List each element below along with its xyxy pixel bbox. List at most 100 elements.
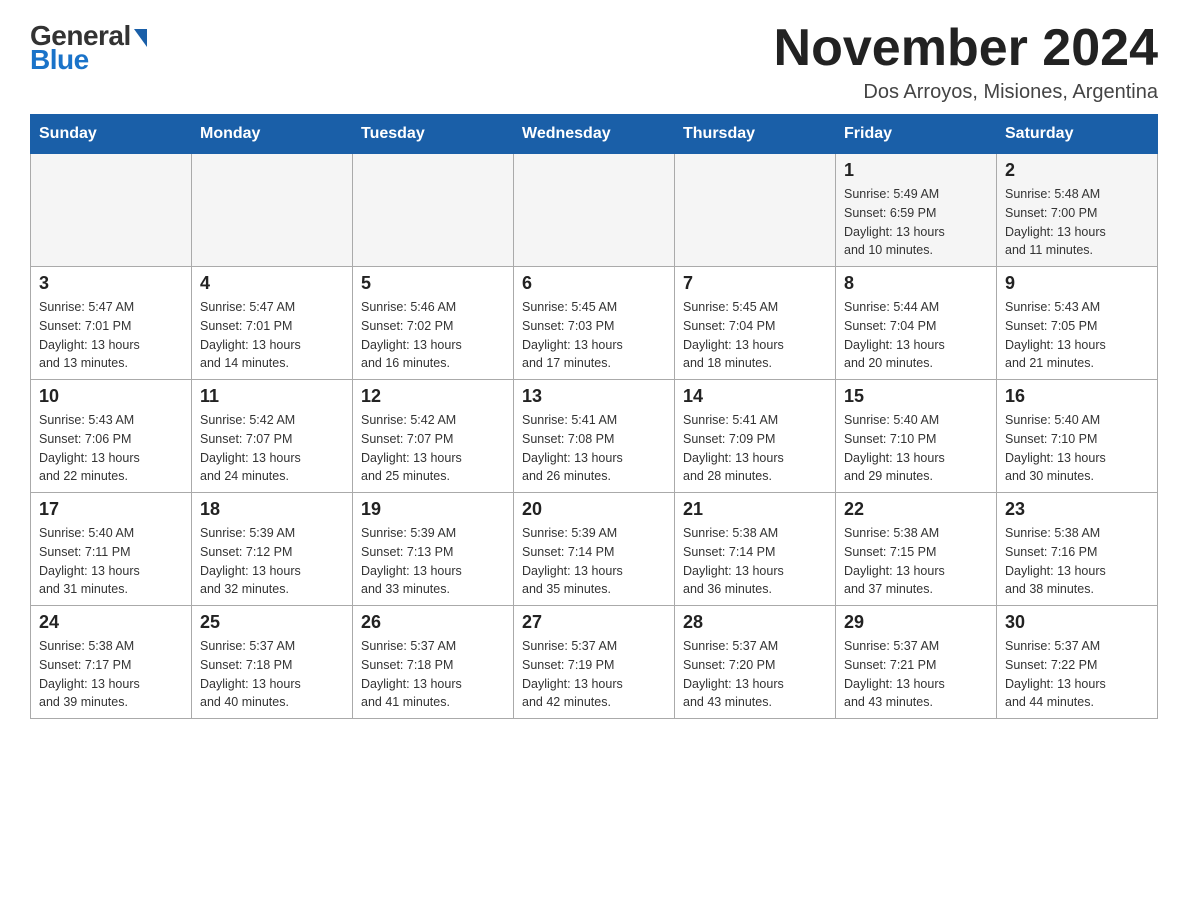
day-number: 2 bbox=[1005, 160, 1149, 181]
calendar-day-cell: 14 Sunrise: 5:41 AM Sunset: 7:09 PM Dayli… bbox=[675, 380, 836, 493]
calendar-day-cell: 4Sunrise: 5:47 AM Sunset: 7:01 PM Daylig… bbox=[192, 267, 353, 380]
day-of-week-header: Wednesday bbox=[514, 115, 675, 154]
day-number: 29 bbox=[844, 612, 988, 633]
day-number: 26 bbox=[361, 612, 505, 633]
day-info: Sunrise: 5:41 AM Sunset: 7:09 PM Dayligh… bbox=[683, 411, 827, 486]
calendar-week-row: 24 Sunrise: 5:38 AM Sunset: 7:17 PM Dayli… bbox=[31, 606, 1158, 719]
calendar-table: SundayMondayTuesdayWednesdayThursdayFrid… bbox=[30, 114, 1158, 719]
calendar-day-cell: 11 Sunrise: 5:42 AM Sunset: 7:07 PM Dayli… bbox=[192, 380, 353, 493]
day-number: 21 bbox=[683, 499, 827, 520]
day-info: Sunrise: 5:45 AM Sunset: 7:04 PM Dayligh… bbox=[683, 298, 827, 373]
day-info: Sunrise: 5:38 AM Sunset: 7:17 PM Dayligh… bbox=[39, 637, 183, 712]
calendar-day-cell bbox=[675, 154, 836, 267]
day-number: 3 bbox=[39, 273, 183, 294]
day-number: 22 bbox=[844, 499, 988, 520]
calendar-day-cell: 29 Sunrise: 5:37 AM Sunset: 7:21 PM Dayli… bbox=[836, 606, 997, 719]
day-number: 14 bbox=[683, 386, 827, 407]
calendar-day-cell: 8 Sunrise: 5:44 AM Sunset: 7:04 PM Daylig… bbox=[836, 267, 997, 380]
calendar-week-row: 3 Sunrise: 5:47 AM Sunset: 7:01 PM Daylig… bbox=[31, 267, 1158, 380]
day-info: Sunrise: 5:39 AM Sunset: 7:12 PM Dayligh… bbox=[200, 524, 344, 599]
day-info: Sunrise: 5:38 AM Sunset: 7:16 PM Dayligh… bbox=[1005, 524, 1149, 599]
logo: General Blue bbox=[30, 20, 147, 76]
calendar-day-cell: 23 Sunrise: 5:38 AM Sunset: 7:16 PM Dayli… bbox=[997, 493, 1158, 606]
calendar-day-cell: 22 Sunrise: 5:38 AM Sunset: 7:15 PM Dayli… bbox=[836, 493, 997, 606]
day-info: Sunrise: 5:45 AM Sunset: 7:03 PM Dayligh… bbox=[522, 298, 666, 373]
calendar-day-cell: 28 Sunrise: 5:37 AM Sunset: 7:20 PM Dayli… bbox=[675, 606, 836, 719]
day-number: 18 bbox=[200, 499, 344, 520]
day-number: 13 bbox=[522, 386, 666, 407]
day-info: Sunrise: 5:46 AM Sunset: 7:02 PM Dayligh… bbox=[361, 298, 505, 373]
calendar-day-cell: 13 Sunrise: 5:41 AM Sunset: 7:08 PM Dayli… bbox=[514, 380, 675, 493]
day-number: 8 bbox=[844, 273, 988, 294]
day-info: Sunrise: 5:44 AM Sunset: 7:04 PM Dayligh… bbox=[844, 298, 988, 373]
day-of-week-header: Saturday bbox=[997, 115, 1158, 154]
day-info: Sunrise: 5:37 AM Sunset: 7:20 PM Dayligh… bbox=[683, 637, 827, 712]
day-number: 10 bbox=[39, 386, 183, 407]
calendar-day-cell: 7 Sunrise: 5:45 AM Sunset: 7:04 PM Daylig… bbox=[675, 267, 836, 380]
day-info: Sunrise: 5:42 AM Sunset: 7:07 PM Dayligh… bbox=[361, 411, 505, 486]
day-number: 6 bbox=[522, 273, 666, 294]
day-info: Sunrise: 5:39 AM Sunset: 7:13 PM Dayligh… bbox=[361, 524, 505, 599]
calendar-day-cell: 2 Sunrise: 5:48 AM Sunset: 7:00 PM Daylig… bbox=[997, 154, 1158, 267]
day-number: 23 bbox=[1005, 499, 1149, 520]
location-subtitle: Dos Arroyos, Misiones, Argentina bbox=[774, 81, 1158, 104]
day-info: Sunrise: 5:43 AM Sunset: 7:06 PM Dayligh… bbox=[39, 411, 183, 486]
day-info: Sunrise: 5:40 AM Sunset: 7:11 PM Dayligh… bbox=[39, 524, 183, 599]
calendar-day-cell: 15Sunrise: 5:40 AM Sunset: 7:10 PM Dayli… bbox=[836, 380, 997, 493]
calendar-week-row: 1 Sunrise: 5:49 AM Sunset: 6:59 PM Daylig… bbox=[31, 154, 1158, 267]
day-info: Sunrise: 5:37 AM Sunset: 7:19 PM Dayligh… bbox=[522, 637, 666, 712]
logo-arrow-icon bbox=[134, 29, 147, 47]
calendar-day-cell: 26 Sunrise: 5:37 AM Sunset: 7:18 PM Dayli… bbox=[353, 606, 514, 719]
calendar-day-cell: 12 Sunrise: 5:42 AM Sunset: 7:07 PM Dayli… bbox=[353, 380, 514, 493]
day-info: Sunrise: 5:37 AM Sunset: 7:18 PM Dayligh… bbox=[200, 637, 344, 712]
calendar-day-cell bbox=[514, 154, 675, 267]
day-number: 7 bbox=[683, 273, 827, 294]
calendar-day-cell: 16 Sunrise: 5:40 AM Sunset: 7:10 PM Dayli… bbox=[997, 380, 1158, 493]
calendar-day-cell: 6 Sunrise: 5:45 AM Sunset: 7:03 PM Daylig… bbox=[514, 267, 675, 380]
calendar-day-cell bbox=[31, 154, 192, 267]
calendar-day-cell: 10 Sunrise: 5:43 AM Sunset: 7:06 PM Dayli… bbox=[31, 380, 192, 493]
calendar-day-cell: 17Sunrise: 5:40 AM Sunset: 7:11 PM Dayli… bbox=[31, 493, 192, 606]
day-number: 5 bbox=[361, 273, 505, 294]
calendar-day-cell: 3 Sunrise: 5:47 AM Sunset: 7:01 PM Daylig… bbox=[31, 267, 192, 380]
day-info: Sunrise: 5:37 AM Sunset: 7:21 PM Dayligh… bbox=[844, 637, 988, 712]
day-number: 12 bbox=[361, 386, 505, 407]
calendar-day-cell: 9Sunrise: 5:43 AM Sunset: 7:05 PM Daylig… bbox=[997, 267, 1158, 380]
month-year-title: November 2024 bbox=[774, 20, 1158, 77]
calendar-day-cell: 20 Sunrise: 5:39 AM Sunset: 7:14 PM Dayli… bbox=[514, 493, 675, 606]
day-info: Sunrise: 5:38 AM Sunset: 7:14 PM Dayligh… bbox=[683, 524, 827, 599]
day-number: 19 bbox=[361, 499, 505, 520]
calendar-week-row: 10 Sunrise: 5:43 AM Sunset: 7:06 PM Dayli… bbox=[31, 380, 1158, 493]
day-number: 25 bbox=[200, 612, 344, 633]
day-info: Sunrise: 5:48 AM Sunset: 7:00 PM Dayligh… bbox=[1005, 185, 1149, 260]
day-of-week-header: Monday bbox=[192, 115, 353, 154]
calendar-day-cell bbox=[192, 154, 353, 267]
day-number: 30 bbox=[1005, 612, 1149, 633]
day-number: 9 bbox=[1005, 273, 1149, 294]
calendar-day-cell: 19 Sunrise: 5:39 AM Sunset: 7:13 PM Dayli… bbox=[353, 493, 514, 606]
day-info: Sunrise: 5:40 AM Sunset: 7:10 PM Dayligh… bbox=[1005, 411, 1149, 486]
day-of-week-header: Tuesday bbox=[353, 115, 514, 154]
day-info: Sunrise: 5:47 AM Sunset: 7:01 PM Dayligh… bbox=[39, 298, 183, 373]
calendar-day-cell: 24 Sunrise: 5:38 AM Sunset: 7:17 PM Dayli… bbox=[31, 606, 192, 719]
calendar-header-row: SundayMondayTuesdayWednesdayThursdayFrid… bbox=[31, 115, 1158, 154]
day-number: 20 bbox=[522, 499, 666, 520]
title-section: November 2024 Dos Arroyos, Misiones, Arg… bbox=[774, 20, 1158, 104]
calendar-day-cell: 25 Sunrise: 5:37 AM Sunset: 7:18 PM Dayli… bbox=[192, 606, 353, 719]
day-of-week-header: Sunday bbox=[31, 115, 192, 154]
calendar-day-cell: 1 Sunrise: 5:49 AM Sunset: 6:59 PM Daylig… bbox=[836, 154, 997, 267]
day-of-week-header: Friday bbox=[836, 115, 997, 154]
day-number: 11 bbox=[200, 386, 344, 407]
day-info: Sunrise: 5:42 AM Sunset: 7:07 PM Dayligh… bbox=[200, 411, 344, 486]
day-number: 24 bbox=[39, 612, 183, 633]
day-info: Sunrise: 5:38 AM Sunset: 7:15 PM Dayligh… bbox=[844, 524, 988, 599]
day-number: 27 bbox=[522, 612, 666, 633]
day-info: Sunrise: 5:49 AM Sunset: 6:59 PM Dayligh… bbox=[844, 185, 988, 260]
day-number: 1 bbox=[844, 160, 988, 181]
day-info: Sunrise: 5:41 AM Sunset: 7:08 PM Dayligh… bbox=[522, 411, 666, 486]
day-number: 16 bbox=[1005, 386, 1149, 407]
day-info: Sunrise: 5:39 AM Sunset: 7:14 PM Dayligh… bbox=[522, 524, 666, 599]
day-number: 28 bbox=[683, 612, 827, 633]
day-of-week-header: Thursday bbox=[675, 115, 836, 154]
day-info: Sunrise: 5:37 AM Sunset: 7:18 PM Dayligh… bbox=[361, 637, 505, 712]
